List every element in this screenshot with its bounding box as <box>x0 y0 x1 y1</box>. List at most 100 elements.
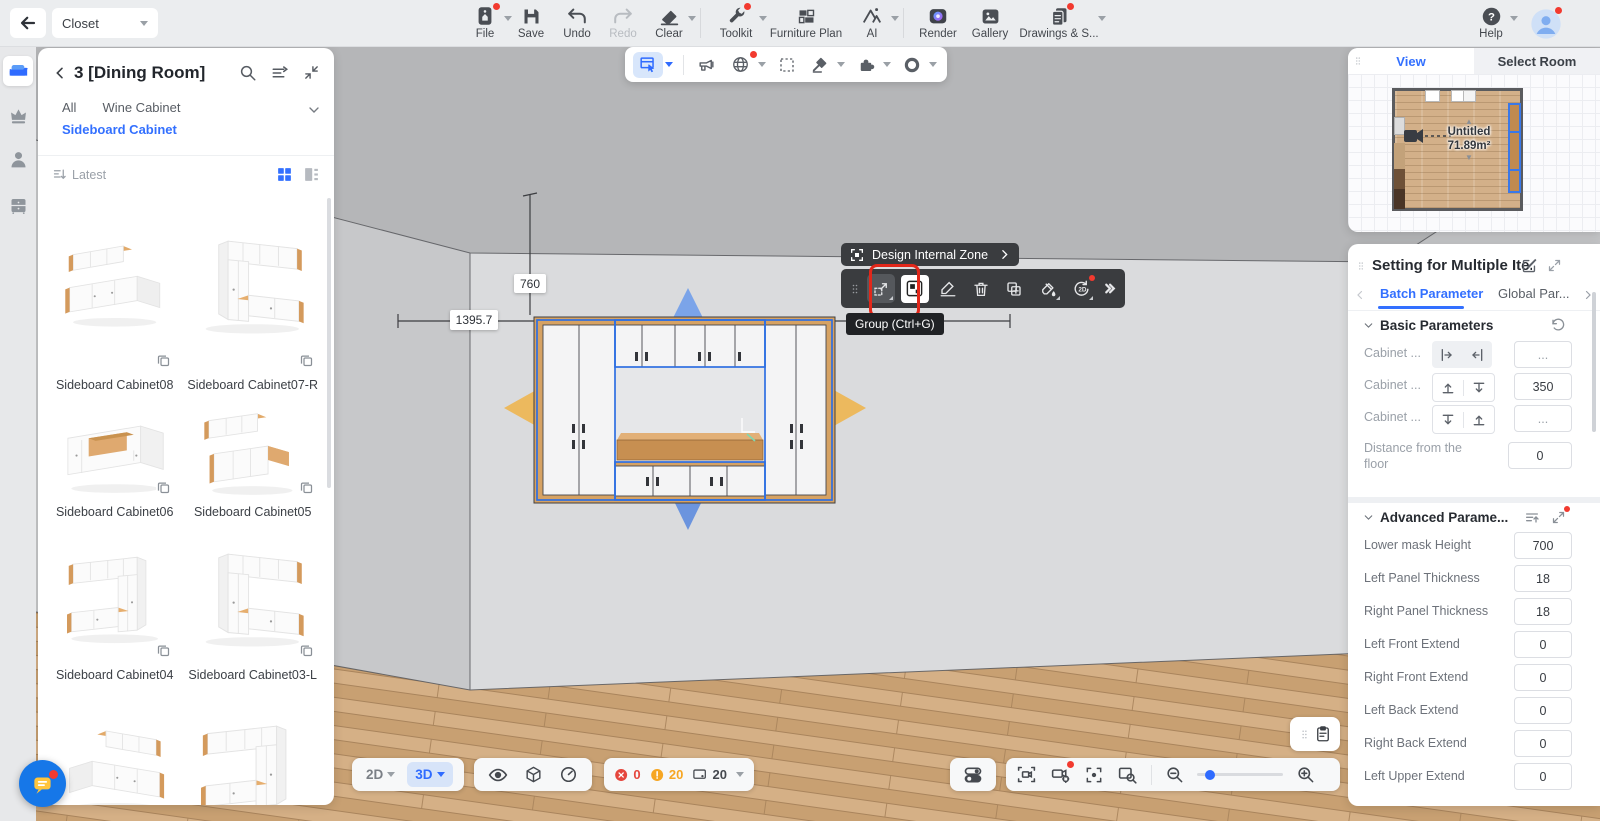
search-icon[interactable] <box>239 64 257 82</box>
filter-icon[interactable] <box>271 64 289 82</box>
save-button[interactable]: Save <box>508 2 554 40</box>
chevron-down-icon[interactable] <box>736 772 744 777</box>
duplicate-icon[interactable] <box>299 480 314 495</box>
catalog-item[interactable]: Sideboard Cabinet03-L <box>187 532 318 682</box>
collapse-panel-icon[interactable] <box>303 64 320 82</box>
chevron-down-icon[interactable] <box>883 62 891 67</box>
duplicate-add-button[interactable] <box>1000 274 1028 303</box>
redo-button[interactable]: Redo <box>600 2 646 40</box>
chevron-down-icon[interactable] <box>665 62 673 67</box>
align-right-icon[interactable] <box>1462 342 1492 367</box>
expand-section-icon[interactable] <box>1551 510 1566 525</box>
plan-selected-cabinet[interactable] <box>1508 103 1521 133</box>
clipboard-button[interactable] <box>1290 717 1340 751</box>
help-button[interactable]: Help <box>1468 2 1514 40</box>
plan-selected-cabinet[interactable] <box>1508 131 1521 171</box>
chevron-down-icon[interactable] <box>891 16 899 21</box>
catalog-item[interactable]: Sideboard Cabinet08 <box>54 196 175 392</box>
zoom-slider[interactable] <box>1197 773 1283 776</box>
catalog-item[interactable]: Sideboard Cabinet06 <box>54 405 175 519</box>
mode-2d-button[interactable]: 2D <box>362 767 399 782</box>
design-internal-zone-bar[interactable]: Design Internal Zone <box>841 243 1019 266</box>
grid-view-icon[interactable] <box>276 166 293 183</box>
param-input[interactable]: 0 <box>1514 697 1572 724</box>
zoom-slider-knob[interactable] <box>1205 770 1215 780</box>
edit-icon[interactable] <box>1521 257 1538 274</box>
param-input[interactable]: 18 <box>1514 565 1572 592</box>
mount-down-icon[interactable] <box>1433 407 1463 432</box>
ai-button[interactable]: AI <box>849 2 895 40</box>
tab-wine-cabinet[interactable]: Wine Cabinet <box>102 100 180 115</box>
chevron-down-icon[interactable] <box>1098 16 1106 21</box>
issues-pill[interactable]: 0 20 20 <box>604 758 754 791</box>
undo-button[interactable]: Undo <box>554 2 600 40</box>
back-button[interactable] <box>10 8 46 38</box>
apply-material-button[interactable] <box>1034 274 1062 303</box>
catalog-item[interactable] <box>54 695 175 805</box>
duplicate-icon[interactable] <box>299 643 314 658</box>
toolkit-button[interactable]: Toolkit <box>709 2 763 40</box>
rotate-2d-button[interactable] <box>1067 274 1095 303</box>
visibility-icon[interactable] <box>488 765 508 785</box>
chevron-right-icon[interactable] <box>998 248 1011 261</box>
delete-button[interactable] <box>967 274 995 303</box>
param-input[interactable]: 350 <box>1514 373 1572 400</box>
param-input[interactable]: 700 <box>1514 532 1572 559</box>
file-button[interactable]: File <box>462 2 508 40</box>
plugin-tool-button[interactable] <box>851 52 881 78</box>
basic-parameters-header[interactable]: Basic Parameters <box>1362 318 1493 333</box>
duplicate-icon[interactable] <box>156 480 171 495</box>
chevron-left-icon[interactable] <box>52 65 68 81</box>
camera-settings-icon[interactable] <box>1050 764 1071 785</box>
drag-handle-icon[interactable] <box>1353 54 1363 68</box>
tab-global-parameter[interactable]: Global Par... <box>1498 286 1584 301</box>
tab-sideboard-cabinet[interactable]: Sideboard Cabinet <box>62 122 181 137</box>
clear-button[interactable]: Clear <box>646 2 692 40</box>
zoom-region-icon[interactable] <box>1117 764 1138 785</box>
reset-parameters-icon[interactable] <box>1550 317 1566 333</box>
mount-up-icon[interactable] <box>1433 375 1463 400</box>
settings-scrollbar[interactable] <box>1592 292 1596 432</box>
catalog-scrollbar[interactable] <box>327 198 331 488</box>
target-tool-button[interactable] <box>897 52 927 78</box>
tab-view[interactable]: View <box>1348 48 1474 74</box>
drawings-button[interactable]: Drawings & S... <box>1016 2 1102 40</box>
catalog-item[interactable]: Sideboard Cabinet04 <box>54 532 175 682</box>
drag-handle-icon[interactable] <box>1356 259 1366 273</box>
more-tools-button[interactable] <box>1100 274 1119 303</box>
floorplan-minimap[interactable]: ▲ Untitled 71.89m² ▼ <box>1392 88 1523 211</box>
globe-tool-button[interactable] <box>726 52 756 78</box>
rail-item-membership[interactable] <box>3 100 33 130</box>
spray-material-tool-button[interactable] <box>692 52 722 78</box>
param-input[interactable]: 18 <box>1514 598 1572 625</box>
performance-icon[interactable] <box>559 765 578 784</box>
param-input[interactable]: ... <box>1514 405 1572 432</box>
chevron-down-icon[interactable] <box>1510 16 1518 21</box>
sort-label[interactable]: Latest <box>72 168 106 182</box>
gallery-button[interactable]: Gallery <box>964 2 1016 40</box>
param-input[interactable]: 0 <box>1508 442 1572 469</box>
rail-item-profile[interactable] <box>3 144 33 174</box>
chevron-down-icon[interactable] <box>837 62 845 67</box>
cabinet-tool-button[interactable] <box>633 52 663 78</box>
duplicate-icon[interactable] <box>299 353 314 368</box>
cube-view-icon[interactable] <box>524 765 543 784</box>
expand-panel-icon[interactable] <box>1547 258 1562 273</box>
tab-batch-parameter[interactable]: Batch Parameter <box>1380 286 1483 301</box>
chevron-down-icon[interactable] <box>758 62 766 67</box>
tab-all[interactable]: All <box>62 100 76 115</box>
param-input[interactable]: 0 <box>1514 730 1572 757</box>
measure-tool-button[interactable] <box>934 274 962 303</box>
tab-select-room[interactable]: Select Room <box>1474 48 1600 74</box>
camera-view-icon[interactable] <box>1016 764 1037 785</box>
param-input[interactable]: 0 <box>1514 631 1572 658</box>
mode-3d-button[interactable]: 3D <box>407 762 452 787</box>
align-left-icon[interactable] <box>1432 342 1462 367</box>
collapse-list-icon[interactable] <box>1524 510 1540 526</box>
plan-selected-cabinet[interactable] <box>1508 169 1521 193</box>
duplicate-icon[interactable] <box>156 643 171 658</box>
selected-cabinet-unit[interactable] <box>534 317 835 503</box>
layer-toggles-icon[interactable] <box>963 765 983 785</box>
drag-handle-icon[interactable] <box>847 274 862 303</box>
catalog-item[interactable] <box>187 695 318 805</box>
